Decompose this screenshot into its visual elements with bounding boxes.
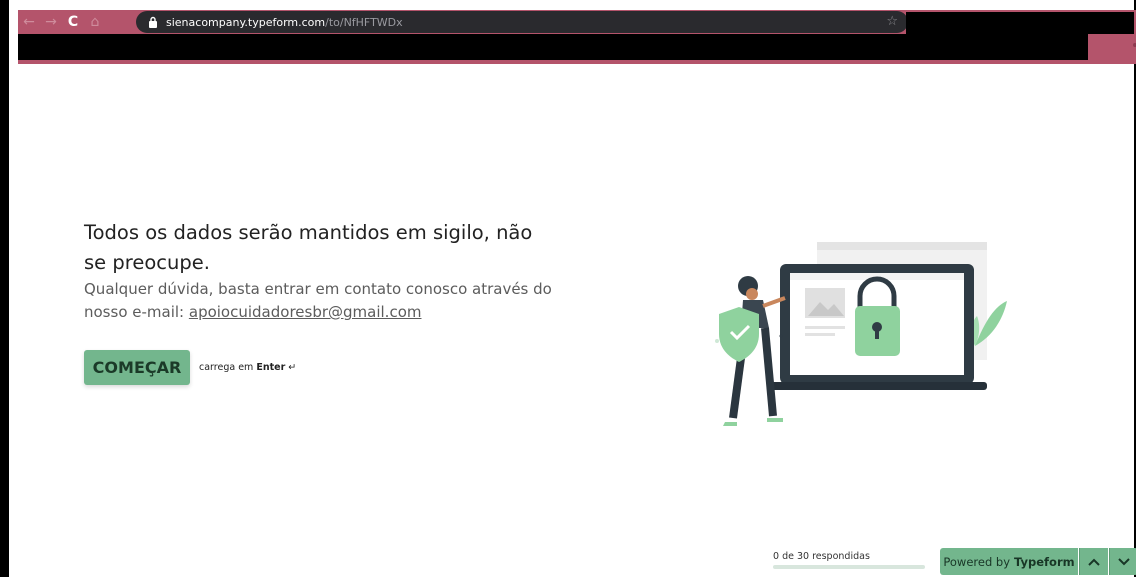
page-description: Qualquer dúvida, basta entrar em contato… (84, 278, 554, 324)
email-link[interactable]: apoiocuidadoresbr@gmail.com (189, 303, 422, 321)
url-host: sienacompany.typeform.com (166, 15, 326, 29)
progress-text: 0 de 30 respondidas (773, 551, 870, 562)
powered-brand: Typeform (1014, 554, 1075, 569)
start-button[interactable]: COMEÇAR (84, 350, 190, 385)
hint-key: Enter (256, 362, 286, 373)
security-illustration (715, 242, 1007, 426)
lock-icon (149, 16, 157, 28)
previous-button[interactable] (1079, 548, 1108, 575)
back-icon[interactable]: ← (18, 10, 40, 34)
progress-bar (773, 565, 925, 569)
next-button[interactable] (1109, 548, 1136, 575)
hint-prefix: carrega em (199, 362, 257, 373)
browser-window: ← → C ⌂ sienacompany.typeform.com/to/NfH… (0, 0, 1136, 577)
powered-prefix: Powered by (943, 554, 1011, 569)
chevron-up-icon (1088, 558, 1100, 566)
address-bar[interactable]: sienacompany.typeform.com/to/NfHFTWDx ☆ (136, 11, 908, 33)
page-title: Todos os dados serão mantidos em sigilo,… (84, 221, 533, 274)
enter-hint: carrega em Enter ↵ (199, 362, 296, 373)
url-path: /to/NfHFTWDx (325, 15, 403, 29)
forward-icon[interactable]: → (40, 10, 62, 34)
reload-icon[interactable]: C (62, 10, 84, 34)
browser-chrome: ← → C ⌂ sienacompany.typeform.com/to/NfH… (18, 10, 1136, 64)
powered-by-typeform[interactable]: Powered by Typeform (940, 548, 1078, 575)
enter-key-icon: ↵ (288, 362, 297, 373)
star-icon[interactable]: ☆ (886, 14, 898, 29)
chevron-down-icon (1118, 557, 1130, 565)
redacted-region (906, 12, 1134, 34)
home-icon[interactable]: ⌂ (84, 10, 106, 34)
redacted-bookmarks-bar (18, 34, 1088, 60)
